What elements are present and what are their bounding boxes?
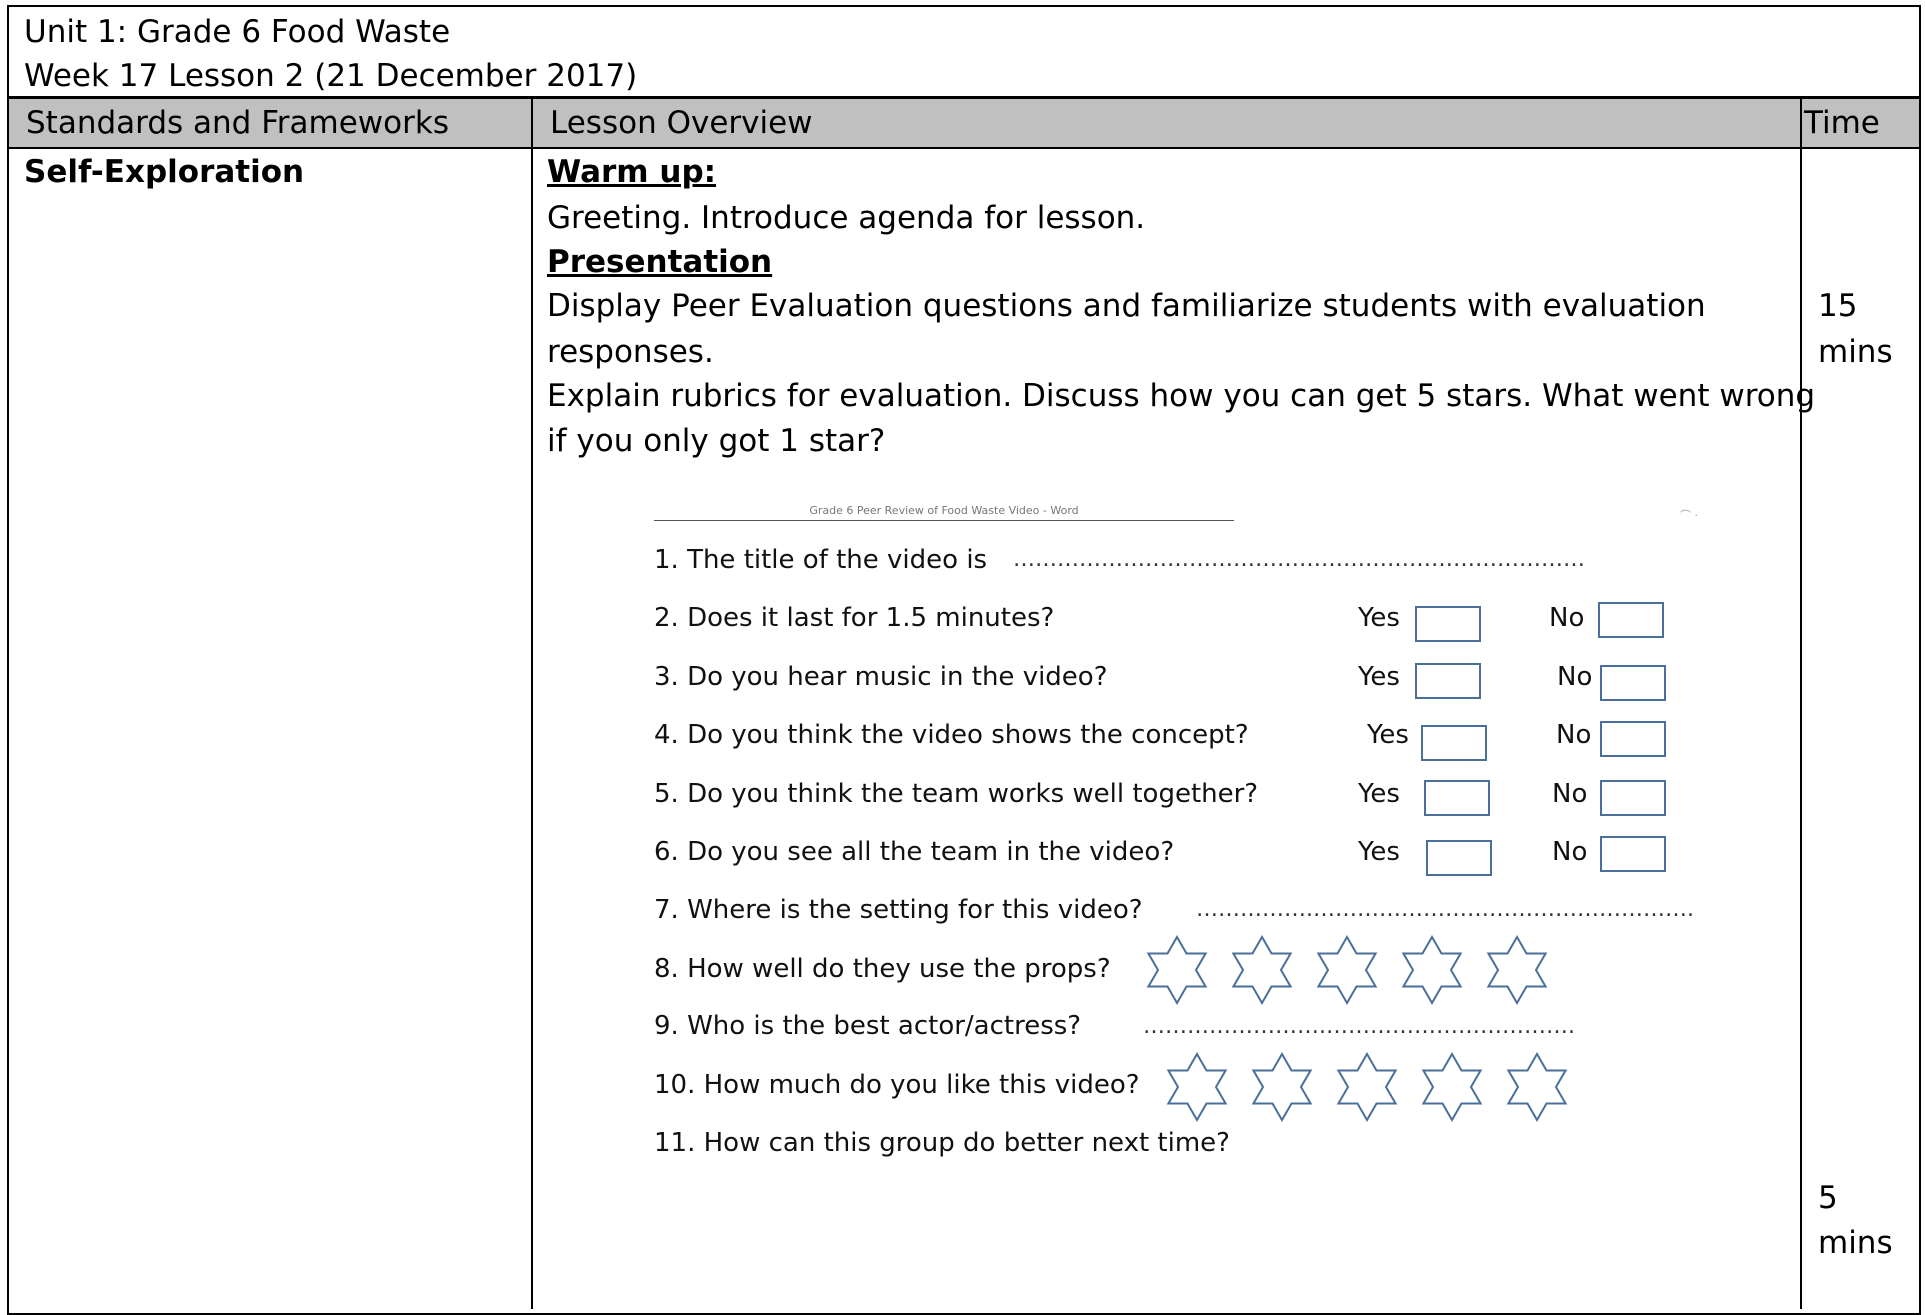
question-4-yes-label: Yes: [1367, 720, 1409, 750]
form-caption-rule: [654, 520, 1234, 521]
time-1-unit: mins: [1818, 334, 1893, 370]
question-3-no-box: [1600, 665, 1666, 701]
column-header-standards: Standards and Frameworks: [9, 99, 531, 148]
question-9-blank: …………………….…………………………….: [1143, 1014, 1575, 1039]
question-5-no-label: No: [1552, 779, 1588, 809]
question-3-yes-label: Yes: [1358, 662, 1400, 692]
star-rating-svg: [1146, 935, 1548, 1005]
question-6-yes-label: Yes: [1358, 837, 1400, 867]
warmup-heading: Warm up:: [547, 154, 717, 190]
form-window-caption: Grade 6 Peer Review of Food Waste Video …: [809, 504, 1079, 517]
presentation-text-line-3: Explain rubrics for evaluation. Discuss …: [547, 378, 1816, 414]
star-outline-icon: [1506, 1052, 1568, 1122]
column-header-standards-label: Standards and Frameworks: [26, 105, 449, 141]
question-2-no-label: No: [1549, 603, 1585, 633]
star-outline-icon: [1486, 935, 1548, 1005]
presentation-heading: Presentation: [547, 244, 773, 280]
question-5-yes-label: Yes: [1358, 779, 1400, 809]
question-8-star-rating: [1142, 935, 1552, 1005]
unit-title: Unit 1: Grade 6 Food Waste: [24, 14, 451, 50]
question-2: 2. Does it last for 1.5 minutes?: [654, 603, 1055, 633]
star-outline-icon: [1336, 1052, 1398, 1122]
star-outline-icon: [1401, 935, 1463, 1005]
presentation-text-line-4: if you only got 1 star?: [547, 423, 886, 459]
question-9: 9. Who is the best actor/actress?: [654, 1011, 1082, 1041]
question-5-yes-box: [1424, 780, 1490, 816]
question-4-no-box: [1600, 721, 1666, 757]
question-6-yes-box: [1426, 840, 1492, 876]
question-3-no-label: No: [1557, 662, 1593, 692]
question-2-yes-box: [1415, 606, 1481, 642]
question-5: 5. Do you think the team works well toge…: [654, 779, 1259, 809]
question-8: 8. How well do they use the props?: [654, 954, 1111, 984]
column-header-overview: Lesson Overview: [533, 99, 1800, 148]
column-header-time: Time: [1802, 99, 1919, 148]
question-11: 11. How can this group do better next ti…: [654, 1128, 1230, 1158]
question-7: 7. Where is the setting for this video?: [654, 895, 1143, 925]
presentation-text-line-1: Display Peer Evaluation questions and fa…: [547, 288, 1706, 324]
star-rating-svg: [1166, 1052, 1568, 1122]
question-4-no-label: No: [1556, 720, 1592, 750]
week-lesson-title: Week 17 Lesson 2 (21 December 2017): [24, 58, 638, 94]
question-2-yes-label: Yes: [1358, 603, 1400, 633]
star-outline-icon: [1316, 935, 1378, 1005]
time-2-value: 5: [1818, 1180, 1838, 1216]
question-10-star-rating: [1162, 1052, 1572, 1122]
presentation-text-line-2: responses.: [547, 334, 714, 370]
question-4-yes-box: [1421, 725, 1487, 761]
column-header-time-label: Time: [1804, 105, 1880, 141]
question-6-no-label: No: [1552, 837, 1588, 867]
star-outline-icon: [1421, 1052, 1483, 1122]
question-10: 10. How much do you like this video?: [654, 1070, 1140, 1100]
question-6-no-box: [1600, 836, 1666, 872]
question-5-no-box: [1600, 780, 1666, 816]
form-window-controls: ⌒ ·: [1680, 509, 1698, 522]
lesson-plan-page: Unit 1: Grade 6 Food Waste Week 17 Lesso…: [0, 0, 1925, 1315]
time-2-unit: mins: [1818, 1225, 1893, 1261]
question-2-no-box: [1598, 602, 1664, 638]
time-1-value: 15: [1818, 288, 1858, 324]
peer-evaluation-form-image: Grade 6 Peer Review of Food Waste Video …: [640, 495, 1720, 1175]
question-7-blank: …………….…………………………………………….: [1196, 897, 1694, 922]
star-outline-icon: [1166, 1052, 1228, 1122]
question-1-blank: ……………………………………………………………………: [1013, 547, 1585, 572]
column-header-overview-label: Lesson Overview: [550, 105, 813, 141]
star-outline-icon: [1251, 1052, 1313, 1122]
star-outline-icon: [1231, 935, 1293, 1005]
question-4: 4. Do you think the video shows the conc…: [654, 720, 1249, 750]
column-divider-2: [1800, 99, 1802, 1309]
question-1: 1. The title of the video is: [654, 545, 988, 575]
question-3-yes-box: [1415, 663, 1481, 699]
column-header-divider: [7, 147, 1921, 149]
star-outline-icon: [1146, 935, 1208, 1005]
warmup-text: Greeting. Introduce agenda for lesson.: [547, 200, 1146, 236]
question-3: 3. Do you hear music in the video?: [654, 662, 1108, 692]
question-6: 6. Do you see all the team in the video?: [654, 837, 1175, 867]
standard-self-exploration: Self-Exploration: [24, 154, 305, 190]
column-divider-1: [531, 99, 533, 1309]
